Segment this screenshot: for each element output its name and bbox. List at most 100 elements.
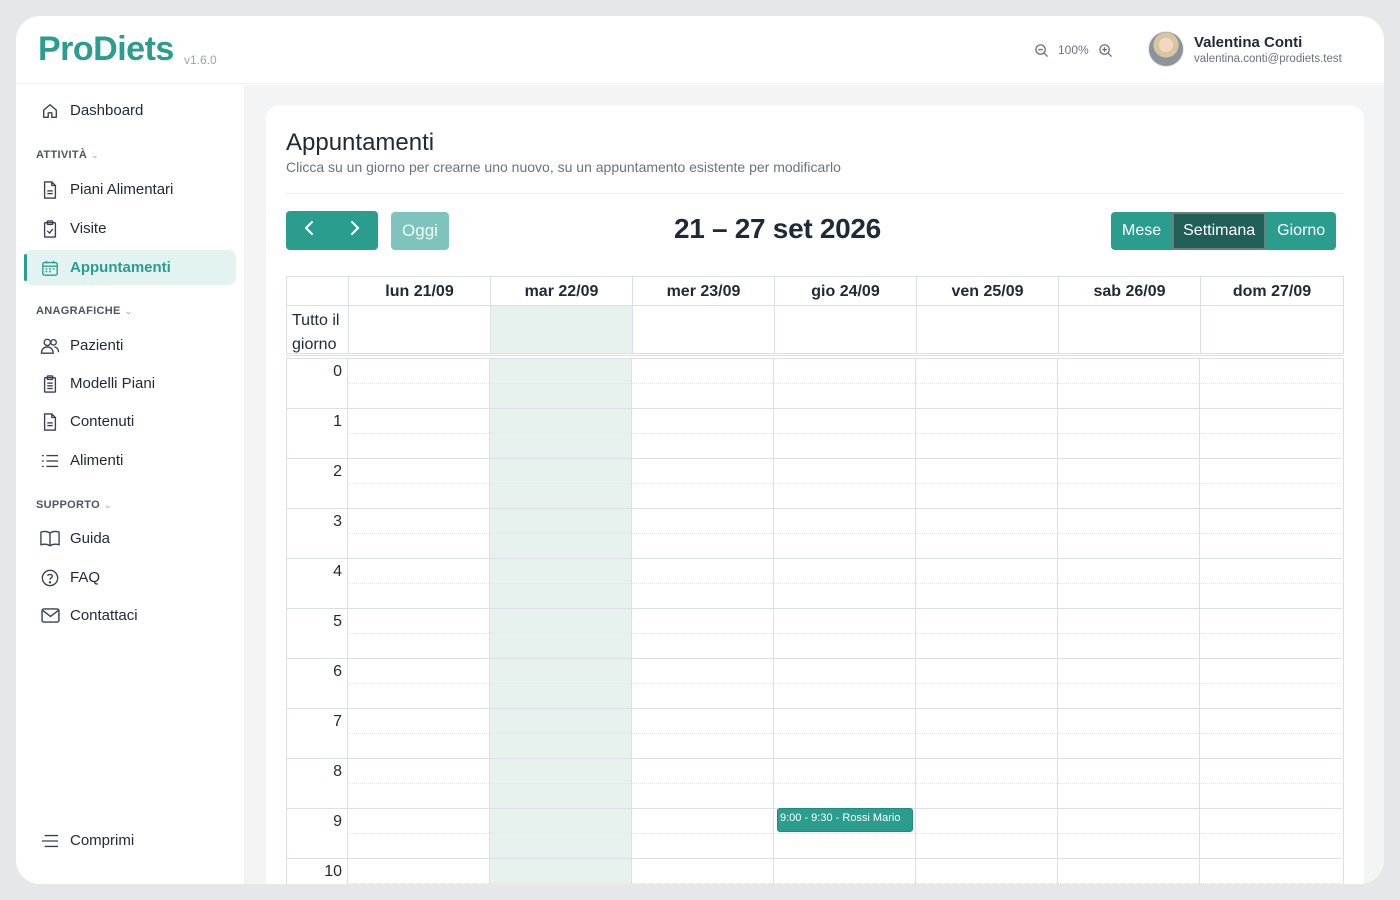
time-slot-cell[interactable] <box>916 858 1058 884</box>
sidebar-item-contattaci[interactable]: Contattaci <box>24 598 236 633</box>
all-day-cell[interactable] <box>775 306 917 353</box>
time-slot-cell[interactable] <box>1200 558 1342 608</box>
collapse-sidebar-button[interactable]: Comprimi <box>24 823 236 858</box>
sidebar-item-dashboard[interactable]: Dashboard <box>24 93 236 128</box>
time-slot-cell[interactable] <box>1058 608 1200 658</box>
time-slot-cell[interactable] <box>490 858 632 884</box>
time-slot-cell[interactable] <box>632 858 774 884</box>
time-slot-cell[interactable] <box>916 658 1058 708</box>
time-slot-cell[interactable] <box>916 558 1058 608</box>
time-slot-cell[interactable] <box>774 608 916 658</box>
time-slot-cell[interactable] <box>1200 508 1342 558</box>
time-slot-cell[interactable] <box>916 408 1058 458</box>
time-slot-cell[interactable] <box>1200 358 1342 408</box>
time-slot-cell[interactable] <box>1200 458 1342 508</box>
day-header[interactable]: ven 25/09 <box>917 277 1059 306</box>
time-slot-cell[interactable] <box>490 658 632 708</box>
time-slot-cell[interactable] <box>916 808 1058 858</box>
user-menu[interactable]: Valentina Conti valentina.conti@prodiets… <box>1148 31 1342 67</box>
avatar[interactable] <box>1148 31 1184 67</box>
day-header[interactable]: sab 26/09 <box>1059 277 1201 306</box>
time-slot-cell[interactable] <box>774 458 916 508</box>
sidebar-item-faq[interactable]: FAQ <box>24 560 236 595</box>
time-slot-cell[interactable] <box>348 458 490 508</box>
time-slot-cell[interactable] <box>1058 808 1200 858</box>
time-slot-cell[interactable] <box>1058 558 1200 608</box>
time-slot-cell[interactable] <box>348 858 490 884</box>
time-slot-cell[interactable] <box>1058 508 1200 558</box>
time-slot-cell[interactable] <box>632 508 774 558</box>
time-slot-cell[interactable] <box>490 358 632 408</box>
time-slot-cell[interactable] <box>632 658 774 708</box>
time-slot-cell[interactable] <box>916 358 1058 408</box>
time-slot-cell[interactable] <box>490 808 632 858</box>
time-slot-cell[interactable] <box>348 608 490 658</box>
sidebar-item-piani-alimentari[interactable]: Piani Alimentari <box>24 172 236 207</box>
today-button[interactable]: Oggi <box>391 212 449 250</box>
time-slot-cell[interactable] <box>348 358 490 408</box>
sidebar-item-guida[interactable]: Guida <box>24 521 236 556</box>
view-month-button[interactable]: Mese <box>1111 212 1173 250</box>
all-day-cell[interactable] <box>917 306 1059 353</box>
time-slot-cell[interactable] <box>490 408 632 458</box>
time-slot-cell[interactable] <box>490 508 632 558</box>
time-slot-cell[interactable] <box>1200 758 1342 808</box>
all-day-cell[interactable] <box>1059 306 1201 353</box>
time-slot-cell[interactable] <box>490 558 632 608</box>
day-header[interactable]: mer 23/09 <box>633 277 775 306</box>
time-slot-cell[interactable] <box>1058 658 1200 708</box>
time-slot-cell[interactable] <box>632 458 774 508</box>
time-slot-cell[interactable] <box>632 408 774 458</box>
time-slot-cell[interactable] <box>490 758 632 808</box>
time-slot-cell[interactable] <box>490 608 632 658</box>
time-slot-cell[interactable] <box>632 708 774 758</box>
view-day-button[interactable]: Giorno <box>1266 212 1337 250</box>
time-slot-cell[interactable] <box>1200 808 1342 858</box>
time-slot-cell[interactable] <box>490 458 632 508</box>
sidebar-item-modelli-piani[interactable]: Modelli Piani <box>24 366 236 401</box>
time-slot-cell[interactable] <box>916 758 1058 808</box>
time-slot-cell[interactable] <box>632 558 774 608</box>
all-day-cell[interactable] <box>633 306 775 353</box>
time-slot-cell[interactable] <box>490 708 632 758</box>
time-slot-cell[interactable] <box>348 508 490 558</box>
view-week-button[interactable]: Settimana <box>1172 212 1267 250</box>
time-slot-cell[interactable] <box>1058 708 1200 758</box>
sidebar-item-contenuti[interactable]: Contenuti <box>24 404 236 439</box>
time-slot-cell[interactable] <box>774 558 916 608</box>
time-slot-cell[interactable] <box>774 358 916 408</box>
time-slot-cell[interactable] <box>1058 758 1200 808</box>
day-header[interactable]: gio 24/09 <box>775 277 917 306</box>
time-slot-cell[interactable] <box>916 508 1058 558</box>
time-slot-cell[interactable] <box>1058 858 1200 884</box>
time-slot-cell[interactable] <box>348 758 490 808</box>
sidebar-item-pazienti[interactable]: Pazienti <box>24 328 236 363</box>
time-slot-cell[interactable] <box>774 508 916 558</box>
time-slot-cell[interactable] <box>632 358 774 408</box>
time-slot-cell[interactable] <box>1200 608 1342 658</box>
day-header[interactable]: lun 21/09 <box>349 277 491 306</box>
next-week-button[interactable] <box>332 211 378 250</box>
sidebar-item-visite[interactable]: Visite <box>24 211 236 246</box>
time-slot-cell[interactable] <box>1200 408 1342 458</box>
time-slot-cell[interactable] <box>774 408 916 458</box>
time-slot-cell[interactable] <box>916 458 1058 508</box>
time-slot-cell[interactable] <box>632 608 774 658</box>
time-slot-cell[interactable] <box>774 708 916 758</box>
day-header[interactable]: dom 27/09 <box>1201 277 1343 306</box>
time-slot-cell[interactable] <box>774 658 916 708</box>
all-day-cell[interactable] <box>491 306 633 353</box>
appointment-event[interactable]: 9:00 - 9:30 - Rossi Mario <box>777 808 913 832</box>
time-slot-cell[interactable] <box>916 608 1058 658</box>
time-slot-cell[interactable] <box>348 708 490 758</box>
zoom-in-icon[interactable] <box>1097 41 1115 59</box>
time-slot-cell[interactable] <box>1058 458 1200 508</box>
time-slot-cell[interactable] <box>1058 408 1200 458</box>
all-day-cell[interactable] <box>1201 306 1343 353</box>
time-slot-cell[interactable] <box>1200 658 1342 708</box>
time-slot-cell[interactable] <box>1200 858 1342 884</box>
time-slot-cell[interactable] <box>632 758 774 808</box>
time-slot-cell[interactable] <box>916 708 1058 758</box>
time-slot-cell[interactable] <box>774 858 916 884</box>
section-supporto[interactable]: SUPPORTO ⌄ <box>36 499 112 511</box>
